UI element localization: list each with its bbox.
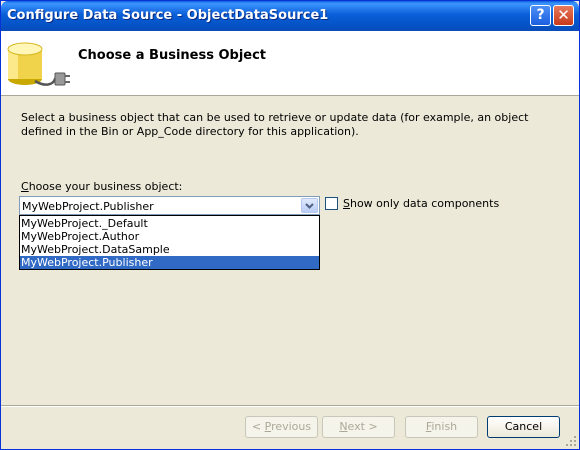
window-title: Configure Data Source - ObjectDataSource… — [7, 8, 329, 23]
wizard-header: Choose a Business Object — [1, 31, 579, 96]
business-object-dropdown-list[interactable]: MyWebProject._Default MyWebProject.Autho… — [19, 215, 320, 270]
list-item[interactable]: MyWebProject.DataSample — [20, 243, 319, 256]
footer-divider — [1, 405, 579, 407]
business-object-combobox[interactable]: MyWebProject.Publisher — [19, 196, 320, 215]
show-only-data-components-checkbox[interactable] — [325, 197, 338, 210]
title-bar[interactable]: Configure Data Source - ObjectDataSource… — [1, 1, 579, 31]
list-item[interactable]: MyWebProject.Author — [20, 230, 319, 243]
list-item[interactable]: MyWebProject._Default — [20, 217, 319, 230]
previous-button[interactable]: < Previous — [245, 416, 318, 438]
show-only-data-components-label[interactable]: Show only data components — [343, 197, 499, 210]
help-button[interactable]: ? — [530, 5, 551, 26]
cancel-button[interactable]: Cancel — [487, 416, 560, 438]
database-plug-icon — [7, 42, 70, 86]
combobox-selected-value: MyWebProject.Publisher — [22, 200, 154, 213]
finish-button[interactable]: Finish — [405, 416, 478, 438]
chevron-down-icon — [305, 203, 314, 209]
close-button[interactable]: ✕ — [553, 5, 574, 26]
next-button[interactable]: Next > — [322, 416, 395, 438]
page-title: Choose a Business Object — [78, 48, 267, 63]
configure-data-source-window: Configure Data Source - ObjectDataSource… — [0, 0, 580, 450]
instructions-text: Select a business object that can be use… — [21, 111, 529, 138]
list-item-selected[interactable]: MyWebProject.Publisher — [20, 256, 319, 269]
resize-grip-icon[interactable] — [565, 435, 577, 447]
business-object-label: Choose your business object: — [21, 180, 183, 193]
dropdown-arrow-button[interactable] — [301, 198, 318, 213]
